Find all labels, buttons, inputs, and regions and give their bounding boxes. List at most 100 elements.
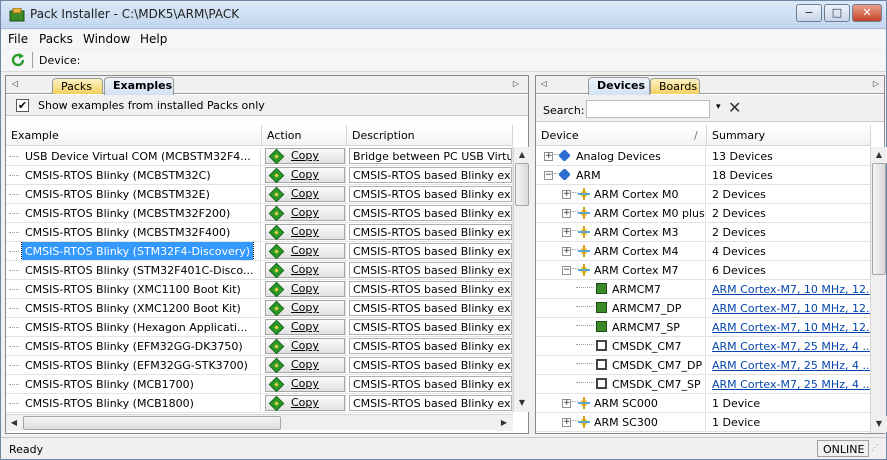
table-row[interactable]: USB Device Virtual COM (MCBSTM32F4... Cop…	[6, 147, 513, 166]
copy-button[interactable]: Copy	[265, 167, 345, 184]
copy-button[interactable]: Copy	[265, 148, 345, 165]
device-tree-row[interactable]: + ARM Cortex M3 2 Devices	[536, 223, 871, 242]
table-row[interactable]: CMSIS-RTOS Blinky (MCBSTM32F200) Copy CMSI…	[6, 204, 513, 223]
example-cell[interactable]: USB Device Virtual COM (MCBSTM32F4...	[6, 147, 261, 166]
table-row[interactable]: CMSIS-RTOS Blinky (MCBSTM32F400) Copy CMSI…	[6, 223, 513, 242]
table-row[interactable]: CMSIS-RTOS Blinky (EFM32GG-STK3700) Copy C…	[6, 356, 513, 375]
example-name[interactable]: CMSIS-RTOS Blinky (MCB1800)	[22, 394, 197, 412]
example-cell[interactable]: CMSIS-RTOS Blinky (MCBSTM32E)	[6, 185, 261, 204]
scroll-right-arrow[interactable]: ▶	[496, 415, 512, 431]
device-tree-row[interactable]: CMSDK_CM7_DP ARM Cortex-M7, 25 MHz, 4 ...	[536, 356, 871, 375]
device-name[interactable]: ARM Cortex M0	[594, 185, 678, 201]
device-cell[interactable]: CMSDK_CM7_SP	[536, 375, 706, 394]
description-text[interactable]: CMSIS-RTOS based Blinky exam	[349, 167, 512, 183]
examples-vertical-scrollbar[interactable]: ▲ ▼	[513, 147, 530, 412]
copy-button[interactable]: Copy	[265, 395, 345, 412]
description-text[interactable]: CMSIS-RTOS based Blinky exam	[349, 243, 512, 259]
resize-grip-icon[interactable]: ⋰	[871, 443, 883, 457]
device-scrollbar-thumb[interactable]	[872, 163, 886, 275]
device-summary[interactable]: ARM Cortex-M7, 25 MHz, 4 ...	[707, 375, 871, 394]
device-tree-row[interactable]: − ARM 18 Devices	[536, 166, 871, 185]
description-text[interactable]: CMSIS-RTOS based Blinky exam	[349, 300, 512, 316]
examples-horizontal-scrollbar[interactable]: ◀ ▶	[6, 414, 513, 431]
example-name[interactable]: CMSIS-RTOS Blinky (MCBSTM32E)	[22, 185, 213, 203]
expand-icon[interactable]: +	[562, 418, 571, 427]
device-name[interactable]: CMSDK_CM7	[612, 337, 682, 353]
description-text[interactable]: CMSIS-RTOS based Blinky exam	[349, 395, 512, 411]
device-scroll-down-arrow[interactable]: ▼	[871, 416, 887, 432]
device-name[interactable]: CMSDK_CM7_DP	[612, 356, 702, 372]
horizontal-scrollbar-thumb[interactable]	[23, 416, 281, 430]
device-scroll-up-arrow[interactable]: ▲	[871, 147, 887, 163]
table-row[interactable]: CMSIS-RTOS Blinky (XMC1200 Boot Kit) Copy…	[6, 299, 513, 318]
device-tree-row[interactable]: CMSDK_CM7 ARM Cortex-M7, 25 MHz, 4 ...	[536, 337, 871, 356]
column-header-device[interactable]: Device /	[536, 125, 707, 146]
title-bar[interactable]: Pack Installer - C:\MDK5\ARM\PACK − □ ✕	[1, 1, 886, 29]
device-tree-row[interactable]: CMSDK_CM7_SP ARM Cortex-M7, 25 MHz, 4 ...	[536, 375, 871, 394]
copy-button[interactable]: Copy	[265, 186, 345, 203]
description-text[interactable]: CMSIS-RTOS based Blinky exam	[349, 281, 512, 297]
copy-button[interactable]: Copy	[265, 376, 345, 393]
device-cell[interactable]: + ARM Cortex M0	[536, 185, 706, 204]
tab-devices[interactable]: Devices	[588, 77, 650, 95]
description-text[interactable]: CMSIS-RTOS based Blinky exam	[349, 205, 512, 221]
device-name[interactable]: ARMCM7	[612, 280, 661, 296]
device-name[interactable]: ARM Cortex M4	[594, 242, 678, 258]
column-header-action[interactable]: Action	[262, 125, 347, 146]
device-cell[interactable]: + Analog Devices	[536, 147, 706, 166]
left-tabs-scroll-right[interactable]: ▷	[510, 78, 522, 91]
close-button[interactable]: ✕	[852, 4, 882, 22]
menu-file[interactable]: File	[8, 32, 28, 46]
table-row[interactable]: CMSIS-RTOS Blinky (STM32F401C-Disco... Co…	[6, 261, 513, 280]
device-cell[interactable]: ARMCM7_SP	[536, 318, 706, 337]
copy-button[interactable]: Copy	[265, 319, 345, 336]
example-name[interactable]: CMSIS-RTOS Blinky (MCBSTM32F400)	[22, 223, 233, 241]
copy-button[interactable]: Copy	[265, 281, 345, 298]
devices-vertical-scrollbar[interactable]: ▲ ▼	[870, 147, 887, 433]
menu-packs[interactable]: Packs	[39, 32, 73, 46]
table-row[interactable]: CMSIS-RTOS Blinky (XMC1100 Boot Kit) Copy…	[6, 280, 513, 299]
right-tabs-scroll-right[interactable]: ▷	[870, 78, 882, 91]
menu-help[interactable]: Help	[140, 32, 167, 46]
device-tree-row[interactable]: ARMCM7_SP ARM Cortex-M7, 10 MHz, 12...	[536, 318, 871, 337]
example-name[interactable]: CMSIS-RTOS Blinky (MCBSTM32C)	[22, 166, 214, 184]
table-row[interactable]: CMSIS-RTOS Blinky (STM32F4-Discovery) Cop…	[6, 242, 513, 261]
table-row[interactable]: CMSIS-RTOS Blinky (Hexagon Applicati... C…	[6, 318, 513, 337]
device-tree-row[interactable]: ARMCM7_DP ARM Cortex-M7, 10 MHz, 12...	[536, 299, 871, 318]
example-name[interactable]: CMSIS-RTOS Blinky (MCBSTM32F200)	[22, 204, 233, 222]
device-name[interactable]: ARM SC000	[594, 394, 658, 410]
device-tree-row[interactable]: + ARM SC000 1 Device	[536, 394, 871, 413]
device-cell[interactable]: + ARM Cortex M3	[536, 223, 706, 242]
device-cell[interactable]: CMSDK_CM7_DP	[536, 356, 706, 375]
device-summary[interactable]: ARM Cortex-M7, 25 MHz, 4 ...	[707, 337, 871, 356]
expand-icon[interactable]: +	[562, 247, 571, 256]
device-cell[interactable]: + ARM SC000	[536, 394, 706, 413]
expand-icon[interactable]: +	[562, 228, 571, 237]
copy-button[interactable]: Copy	[265, 300, 345, 317]
device-name[interactable]: ARMCM7_SP	[612, 318, 680, 334]
device-summary[interactable]: ARM Cortex-M7, 10 MHz, 12...	[707, 280, 871, 299]
example-cell[interactable]: CMSIS-RTOS Blinky (MCBSTM32F400)	[6, 223, 261, 242]
device-summary[interactable]: ARM Cortex-M7, 25 MHz, 4 ...	[707, 356, 871, 375]
example-name[interactable]: CMSIS-RTOS Blinky (STM32F4-Discovery)	[20, 242, 255, 260]
device-name[interactable]: ARM Cortex M0 plus	[594, 204, 705, 220]
left-tabs-scroll-left[interactable]: ◁	[9, 78, 21, 91]
example-name[interactable]: CMSIS-RTOS Blinky (XMC1100 Boot Kit)	[22, 280, 244, 298]
description-text[interactable]: CMSIS-RTOS based Blinky exam	[349, 376, 512, 392]
example-cell[interactable]: CMSIS-RTOS Blinky (XMC1200 Boot Kit)	[6, 299, 261, 318]
device-tree-row[interactable]: + ARM Cortex M4 4 Devices	[536, 242, 871, 261]
device-cell[interactable]: + ARM Cortex M0 plus	[536, 204, 706, 223]
show-installed-checkbox[interactable]: ✔	[16, 99, 29, 112]
device-tree-row[interactable]: ARMCM7 ARM Cortex-M7, 10 MHz, 12...	[536, 280, 871, 299]
column-header-example[interactable]: Example	[6, 125, 262, 146]
collapse-icon[interactable]: −	[544, 171, 553, 180]
device-cell[interactable]: ARMCM7	[536, 280, 706, 299]
copy-button[interactable]: Copy	[265, 205, 345, 222]
scroll-down-arrow[interactable]: ▼	[514, 395, 530, 411]
device-cell[interactable]: ARMCM7_DP	[536, 299, 706, 318]
example-name[interactable]: CMSIS-RTOS Blinky (STM32F401C-Disco...	[22, 261, 256, 279]
column-header-summary[interactable]: Summary	[707, 125, 871, 146]
column-header-description[interactable]: Description	[347, 125, 513, 146]
device-cell[interactable]: + ARM SC300	[536, 413, 706, 432]
scrollbar-thumb[interactable]	[515, 163, 529, 206]
